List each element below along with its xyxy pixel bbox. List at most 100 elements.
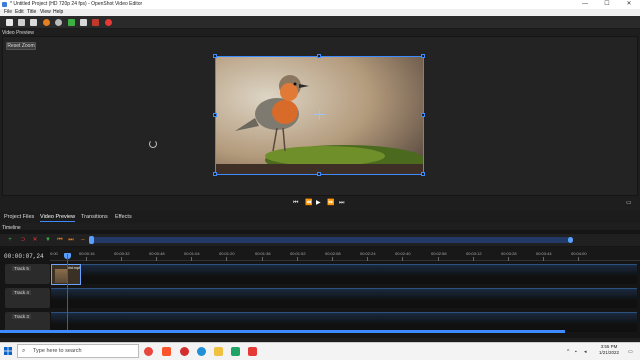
record-icon[interactable]: [105, 19, 112, 26]
rewind-icon[interactable]: ⏪: [305, 199, 312, 207]
transform-handle[interactable]: [421, 172, 425, 176]
ruler-tick: [121, 257, 122, 261]
ruler-label: 00:02:40: [395, 251, 411, 256]
chrome-icon[interactable]: [144, 347, 153, 356]
window-title-bar: * Untitled Project (HD 720p 24 fps) - Op…: [0, 0, 640, 9]
ruler-label: 00:00:32: [114, 251, 130, 256]
file-explorer-icon[interactable]: [214, 347, 223, 356]
tab-project-files[interactable]: Project Files: [4, 213, 34, 221]
reset-zoom-button[interactable]: Reset Zoom: [6, 42, 36, 50]
taskbar-search-input[interactable]: ⌕ Type here to search: [17, 344, 139, 358]
menu-view[interactable]: View: [40, 9, 51, 16]
playhead-line[interactable]: [67, 254, 68, 332]
next-marker-icon[interactable]: ⏭: [68, 237, 74, 243]
chevron-up-icon[interactable]: ^: [567, 349, 569, 355]
edge-icon[interactable]: [197, 347, 206, 356]
track-name: Track 4: [12, 290, 31, 295]
track-name: Track 3: [12, 314, 31, 319]
play-icon[interactable]: ▶: [316, 199, 321, 207]
tab-transitions[interactable]: Transitions: [81, 213, 108, 221]
undo-icon[interactable]: [43, 19, 50, 26]
save-icon[interactable]: [30, 19, 37, 26]
network-icon[interactable]: ▪: [575, 349, 577, 355]
add-files-icon[interactable]: [68, 19, 75, 26]
transform-handle[interactable]: [213, 54, 217, 58]
zoom-handle-left[interactable]: [89, 236, 94, 244]
ruler-label: 00:03:28: [501, 251, 517, 256]
timeline-clip[interactable]: bird.mp4: [51, 264, 81, 285]
transform-handle[interactable]: [317, 54, 321, 58]
snapping-icon[interactable]: ⊃: [20, 237, 26, 243]
transform-handle[interactable]: [213, 113, 217, 117]
clip-label: bird.mp4: [67, 266, 81, 270]
center-timeline-icon[interactable]: ⇔: [80, 237, 86, 243]
loading-spinner-icon: [149, 140, 157, 148]
camera-icon[interactable]: ▭: [626, 199, 632, 207]
redo-icon[interactable]: [55, 19, 62, 26]
openshot-taskbar-icon[interactable]: [248, 347, 257, 356]
search-icon: ⌕: [22, 348, 26, 354]
menu-file[interactable]: File: [4, 9, 12, 16]
ruler-label: 00:02:24: [360, 251, 376, 256]
fast-forward-icon[interactable]: ⏩: [327, 199, 334, 207]
profile-icon[interactable]: [80, 19, 87, 26]
track-row: Track 3: [5, 312, 637, 332]
timeline-scrollbar[interactable]: [0, 330, 565, 333]
ruler-tick: [86, 257, 87, 261]
jump-start-icon[interactable]: ⏮: [293, 199, 298, 207]
openshot-app-icon: [2, 2, 7, 7]
fullscreen-icon[interactable]: [92, 19, 99, 26]
maximize-button[interactable]: ☐: [598, 0, 616, 9]
clock-date: 1/21/2022: [598, 350, 620, 355]
zoom-handle-right[interactable]: [568, 237, 573, 243]
track-lane[interactable]: [51, 312, 637, 332]
ruler-tick: [226, 257, 227, 261]
previous-marker-icon[interactable]: ⏮: [57, 237, 63, 243]
ruler-label: 00:03:44: [536, 251, 552, 256]
jump-end-icon[interactable]: ⏭: [339, 199, 344, 207]
notifications-icon[interactable]: ▭: [628, 349, 633, 355]
track-row: Track 5: [5, 264, 637, 284]
browser-icon[interactable]: [180, 347, 189, 356]
timeline-ruler[interactable]: 0:00 00:00:16 00:00:32 00:00:48 00:01:04…: [50, 247, 640, 261]
camtasia-icon[interactable]: [231, 347, 240, 356]
track-lane[interactable]: [51, 264, 637, 284]
transform-handle[interactable]: [421, 113, 425, 117]
taskbar-clock[interactable]: 3:55 PM 1/21/2022: [596, 344, 622, 356]
transform-handle[interactable]: [317, 172, 321, 176]
transform-handle[interactable]: [421, 54, 425, 58]
ruler-tick: [297, 257, 298, 261]
add-marker-icon[interactable]: ▼: [45, 237, 51, 243]
track-header[interactable]: Track 4: [5, 288, 50, 308]
minimize-button[interactable]: —: [576, 0, 594, 9]
main-toolbar: [0, 16, 640, 29]
open-file-icon[interactable]: [18, 19, 25, 26]
tab-effects[interactable]: Effects: [115, 213, 132, 221]
track-lane[interactable]: [51, 288, 637, 308]
ruler-label: 00:01:04: [184, 251, 200, 256]
track-header[interactable]: Track 3: [5, 312, 50, 332]
windows-start-icon[interactable]: [4, 347, 12, 355]
tab-video-preview[interactable]: Video Preview: [40, 213, 76, 222]
menu-help[interactable]: Help: [53, 9, 63, 16]
ruler-label: 00:04:00: [571, 251, 587, 256]
center-crosshair-icon[interactable]: [319, 109, 320, 120]
ruler-tick: [438, 257, 439, 261]
ruler-label: 00:01:36: [255, 251, 271, 256]
transform-handle[interactable]: [213, 172, 217, 176]
playback-controls: ⏮ ⏪ ▶ ⏩ ⏭ ▭: [0, 198, 640, 208]
add-track-icon[interactable]: +: [7, 237, 13, 243]
volume-icon[interactable]: ◂: [584, 349, 587, 355]
new-file-icon[interactable]: [6, 19, 13, 26]
timeline-zoom-slider[interactable]: [90, 237, 572, 243]
razor-icon[interactable]: ✕: [32, 237, 38, 243]
ruler-tick: [367, 257, 368, 261]
close-button[interactable]: ✕: [620, 0, 638, 9]
ruler-tick: [543, 257, 544, 261]
menu-title[interactable]: Title: [27, 9, 36, 16]
brave-icon[interactable]: [162, 347, 171, 356]
track-header[interactable]: Track 5: [5, 264, 50, 284]
menu-edit[interactable]: Edit: [15, 9, 24, 16]
ruler-label: 00:01:20: [219, 251, 235, 256]
window-title: * Untitled Project (HD 720p 24 fps) - Op…: [10, 1, 143, 7]
